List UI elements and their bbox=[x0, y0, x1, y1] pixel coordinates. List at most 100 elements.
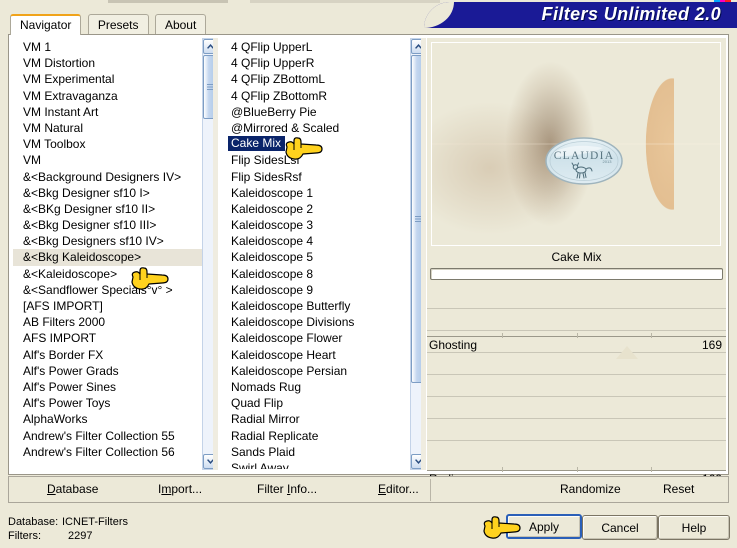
help-button[interactable]: Help bbox=[658, 515, 730, 540]
slider-label: Ghosting bbox=[429, 338, 478, 352]
list-item[interactable]: 4 QFlip UpperL bbox=[221, 39, 417, 55]
slider-thumb[interactable] bbox=[616, 346, 639, 359]
tab-about[interactable]: About bbox=[154, 14, 207, 35]
tab-navigator-label: Navigator bbox=[20, 18, 72, 32]
list-item[interactable]: Flip SidesLsf bbox=[221, 152, 417, 168]
list-item[interactable]: VM Instant Art bbox=[13, 104, 209, 120]
list-item[interactable]: &<Background Designers IV> bbox=[13, 169, 209, 185]
column-separator bbox=[421, 38, 426, 470]
list-item[interactable]: Kaleidoscope 2 bbox=[221, 201, 417, 217]
list-item[interactable]: Radial Mirror bbox=[221, 411, 417, 427]
action-button-bar: Database Import... Filter Info... Editor… bbox=[8, 476, 729, 503]
cancel-button[interactable]: Cancel bbox=[582, 515, 658, 540]
list-item[interactable]: Alf's Border FX bbox=[13, 347, 209, 363]
editor-button-label: ditor... bbox=[386, 482, 419, 496]
list-item[interactable]: Alf's Power Sines bbox=[13, 379, 209, 395]
list-item[interactable]: VM Natural bbox=[13, 120, 209, 136]
list-item[interactable]: 4 QFlip ZBottomR bbox=[221, 88, 417, 104]
list-item[interactable]: Kaleidoscope Heart bbox=[221, 347, 417, 363]
list-item[interactable]: AlphaWorks bbox=[13, 411, 209, 427]
list-item[interactable]: &<BKg Designer sf10 II> bbox=[13, 201, 209, 217]
slider-divider bbox=[427, 330, 726, 331]
reset-button[interactable]: Reset bbox=[663, 482, 694, 496]
filters-unlimited-window: Filters Unlimited 2.0 Navigator Presets … bbox=[0, 0, 737, 548]
filters-label: Filters: bbox=[8, 530, 41, 542]
list-item[interactable]: AB Filters 2000 bbox=[13, 314, 209, 330]
tab-presets-label: Presets bbox=[97, 18, 139, 32]
slider-divider bbox=[427, 440, 726, 441]
slider-tick bbox=[577, 333, 578, 338]
list-item[interactable]: 4 QFlip UpperR bbox=[221, 55, 417, 71]
import-button[interactable]: Import... bbox=[158, 482, 202, 496]
column-separator bbox=[213, 38, 218, 470]
slider-ghosting[interactable]: Ghosting 169 bbox=[427, 333, 726, 359]
list-item[interactable]: Kaleidoscope 5 bbox=[221, 249, 417, 265]
slider-tick bbox=[502, 467, 503, 472]
list-item[interactable]: 4 QFlip ZBottomL bbox=[221, 71, 417, 87]
list-item[interactable]: Kaleidoscope 4 bbox=[221, 233, 417, 249]
slider-divider bbox=[427, 374, 726, 375]
randomize-button[interactable]: Randomize bbox=[560, 482, 621, 496]
list-item[interactable]: &<Bkg Designers sf10 IV> bbox=[13, 233, 209, 249]
list-item[interactable]: VM Toolbox bbox=[13, 136, 209, 152]
list-item[interactable]: VM Extravaganza bbox=[13, 88, 209, 104]
list-item[interactable]: Kaleidoscope 3 bbox=[221, 217, 417, 233]
list-item[interactable]: Kaleidoscope Butterfly bbox=[221, 298, 417, 314]
slider-tick bbox=[651, 333, 652, 338]
tab-presets[interactable]: Presets bbox=[87, 14, 149, 35]
tab-about-label: About bbox=[164, 18, 197, 32]
list-item[interactable]: Cake Mix bbox=[221, 136, 417, 152]
main-panel: VM 1 VM Distortion VM Experimental VM Extra… bbox=[8, 34, 729, 493]
slider-divider bbox=[427, 396, 726, 397]
database-label: Database: bbox=[8, 516, 59, 528]
list-item[interactable]: Kaleidoscope 9 bbox=[221, 282, 417, 298]
list-item[interactable]: [AFS IMPORT] bbox=[13, 298, 209, 314]
list-item[interactable]: Sands Plaid bbox=[221, 444, 417, 460]
filter-info-button[interactable]: Filter Info... bbox=[257, 482, 317, 496]
title-banner: Filters Unlimited 2.0 bbox=[424, 2, 737, 28]
list-item[interactable]: VM Distortion bbox=[13, 55, 209, 71]
list-item[interactable]: Swirl Away bbox=[221, 460, 417, 469]
apply-button[interactable]: Apply bbox=[506, 514, 582, 539]
tab-navigator[interactable]: Navigator bbox=[10, 14, 82, 35]
speck bbox=[250, 0, 440, 3]
tab-bar: Navigator Presets About bbox=[10, 14, 208, 35]
list-item[interactable]: Kaleidoscope Persian bbox=[221, 363, 417, 379]
list-item[interactable]: &<Bkg Designer sf10 III> bbox=[13, 217, 209, 233]
banner-corner bbox=[424, 2, 454, 28]
list-item[interactable]: Flip SidesRsf bbox=[221, 169, 417, 185]
list-item[interactable]: Andrew's Filter Collection 55 bbox=[13, 428, 209, 444]
list-item[interactable]: @Mirrored & Scaled bbox=[221, 120, 417, 136]
list-item[interactable]: Alf's Power Toys bbox=[13, 395, 209, 411]
preview-layer-soft bbox=[432, 43, 720, 245]
filter-effect-list[interactable]: 4 QFlip UpperL 4 QFlip UpperR 4 QFlip ZBot… bbox=[221, 39, 417, 469]
list-item[interactable]: AFS IMPORT bbox=[13, 330, 209, 346]
list-item[interactable]: VM bbox=[13, 152, 209, 168]
list-item-selected[interactable]: Cake Mix bbox=[228, 136, 286, 152]
list-item[interactable]: VM 1 bbox=[13, 39, 209, 55]
list-item[interactable]: Quad Flip bbox=[221, 395, 417, 411]
filter-preview-image[interactable] bbox=[431, 42, 721, 246]
list-item[interactable]: @BlueBerry Pie bbox=[221, 104, 417, 120]
preview-and-controls-panel: Cake Mix Ghosting169Radius169 CLAUDIA 20… bbox=[427, 38, 726, 493]
list-item[interactable]: &<Kaleidoscope> bbox=[13, 266, 209, 282]
list-item[interactable]: &<Bkg Designer sf10 I> bbox=[13, 185, 209, 201]
list-item[interactable]: Kaleidoscope Flower bbox=[221, 330, 417, 346]
list-item-selected[interactable]: &<Bkg Kaleidoscope> bbox=[13, 249, 209, 266]
list-item[interactable]: &<Sandflower Specials°v° > bbox=[13, 282, 209, 298]
list-item[interactable]: Andrew's Filter Collection 56 bbox=[13, 444, 209, 460]
selected-effect-name: Cake Mix bbox=[551, 250, 602, 264]
list-item[interactable]: Nomads Rug bbox=[221, 379, 417, 395]
list-item[interactable]: VM Experimental bbox=[13, 71, 209, 87]
editor-button[interactable]: Editor... bbox=[378, 482, 419, 496]
list-item[interactable]: Alf's Power Grads bbox=[13, 363, 209, 379]
filter-category-list[interactable]: VM 1 VM Distortion VM Experimental VM Extra… bbox=[13, 39, 209, 469]
database-button[interactable]: Database bbox=[47, 482, 98, 496]
list-item[interactable]: Kaleidoscope 1 bbox=[221, 185, 417, 201]
database-value: ICNET-Filters bbox=[62, 516, 128, 528]
list-item[interactable]: Radial Replicate bbox=[221, 428, 417, 444]
list-item[interactable]: Kaleidoscope 8 bbox=[221, 266, 417, 282]
import-button-label: port... bbox=[171, 482, 203, 496]
window-title: Filters Unlimited 2.0 bbox=[541, 4, 721, 24]
list-item[interactable]: Kaleidoscope Divisions bbox=[221, 314, 417, 330]
